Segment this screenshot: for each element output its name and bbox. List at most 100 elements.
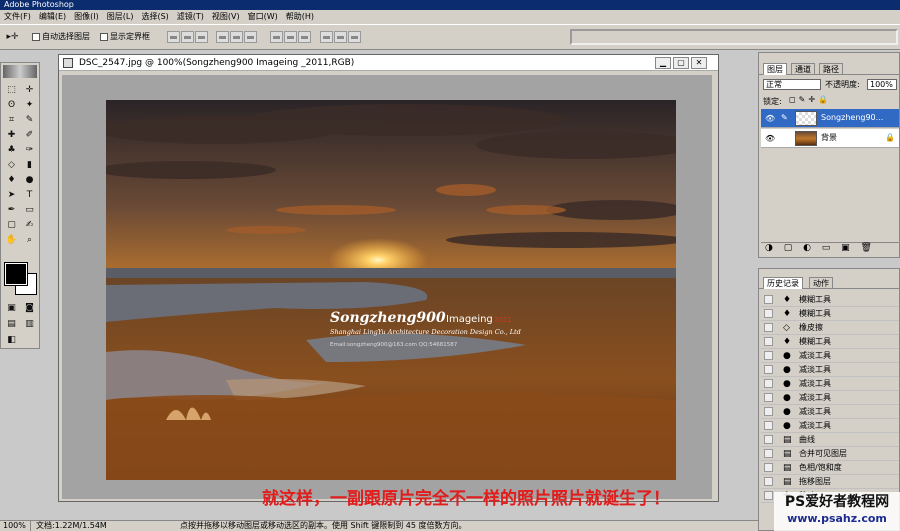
menu-select[interactable]: 选择(S) [137,10,172,24]
menu-file[interactable]: 文件(F) [0,10,35,24]
eyedropper-icon[interactable]: ✍ [21,218,38,232]
history-item[interactable]: ● 减淡工具 [761,391,899,405]
distribute-center-icon[interactable] [334,31,347,43]
maximize-button[interactable]: ▢ [673,57,689,69]
quick-mask-icon[interactable]: ◙ [21,301,38,315]
zoom-icon[interactable]: ⌕ [21,233,38,247]
align-middle-icon[interactable] [181,31,194,43]
history-item[interactable]: ♦ 模糊工具 [761,307,899,321]
history-item[interactable]: ● 减淡工具 [761,349,899,363]
blend-mode-select[interactable]: 正常 [763,79,821,90]
snapshot-box[interactable] [764,463,773,472]
align-bottom-icon[interactable] [195,31,208,43]
opacity-input[interactable]: 100% [867,79,897,90]
auto-select-checkbox[interactable]: 自动选择图层 [32,31,90,42]
eraser-icon[interactable]: ◇ [3,158,20,172]
snapshot-box[interactable] [764,379,773,388]
history-item[interactable]: ▤ 曲线 [761,433,899,447]
snapshot-box[interactable] [764,491,773,500]
history-item[interactable]: ◇ 橡皮擦 [761,321,899,335]
lasso-icon[interactable]: ʘ [3,98,20,112]
menu-filter[interactable]: 滤镜(T) [173,10,208,24]
checkbox-box[interactable] [100,32,108,41]
history-item[interactable]: ● 减淡工具 [761,419,899,433]
snapshot-box[interactable] [764,407,773,416]
menu-view[interactable]: 视图(V) [208,10,244,24]
hand-icon[interactable]: ✋ [3,233,20,247]
history-item[interactable]: ▤ 色相/饱和度 [761,461,899,475]
show-bounds-checkbox[interactable]: 显示定界框 [100,31,150,42]
path-select-icon[interactable]: ➤ [3,188,20,202]
snapshot-box[interactable] [764,393,773,402]
align-right-icon[interactable] [244,31,257,43]
screen-mode-1-icon[interactable]: ▤ [3,317,20,331]
lock-icons[interactable]: ◻✎✛🔒 [789,95,831,104]
magic-wand-icon[interactable]: ✦ [21,98,38,112]
distribute-middle-icon[interactable] [284,31,297,43]
move-tool-icon[interactable]: ▸✛ [4,30,21,44]
tab-history[interactable]: 历史记录 [763,277,803,289]
photo-canvas[interactable]: Songzheng900 Imageing 2011 Shanghai Ling… [106,100,676,480]
history-item[interactable]: ● 减淡工具 [761,377,899,391]
foreground-color[interactable] [4,262,28,286]
menu-window[interactable]: 窗口(W) [244,10,282,24]
color-swatches[interactable] [4,262,37,297]
menu-edit[interactable]: 编辑(E) [35,10,70,24]
snapshot-box[interactable] [764,477,773,486]
slice-icon[interactable]: ✎ [21,113,38,127]
snapshot-box[interactable] [764,337,773,346]
shape-icon[interactable]: ▭ [21,203,38,217]
snapshot-box[interactable] [764,421,773,430]
crop-icon[interactable]: ⌗ [3,113,20,127]
snapshot-box[interactable] [764,295,773,304]
history-brush-icon[interactable]: ✑ [21,143,38,157]
distribute-left-icon[interactable] [320,31,333,43]
history-item[interactable]: ♦ 模糊工具 [761,335,899,349]
layer-row[interactable]: 👁 ✎ Songzheng90... [761,109,899,128]
menu-help[interactable]: 帮助(H) [282,10,318,24]
minimize-button[interactable]: ▁ [655,57,671,69]
move-icon[interactable]: ✛ [21,83,38,97]
snapshot-box[interactable] [764,365,773,374]
tab-actions[interactable]: 动作 [809,277,833,289]
snapshot-box[interactable] [764,323,773,332]
tab-layers[interactable]: 图层 [763,63,787,75]
snapshot-box[interactable] [764,309,773,318]
zoom-readout[interactable]: 100% [3,521,31,531]
snapshot-box[interactable] [764,449,773,458]
layer-row[interactable]: 👁 背景 🔒 [761,129,899,148]
eye-icon[interactable]: 👁 [765,133,775,144]
brush-icon[interactable]: ✐ [21,128,38,142]
menu-image[interactable]: 图像(I) [70,10,103,24]
notes-icon[interactable]: ▢ [3,218,20,232]
close-button[interactable]: ✕ [691,57,707,69]
tab-paths[interactable]: 路径 [819,63,843,75]
dodge-icon[interactable]: ● [21,173,38,187]
history-item[interactable]: ♦ 模糊工具 [761,293,899,307]
document-title-bar[interactable]: DSC_2547.jpg @ 100%(Songzheng900 Imagein… [59,55,718,71]
type-icon[interactable]: T [21,188,38,202]
layers-footer-icons[interactable]: ◑ ▢ ◐ ▭ ▣ 🗑 [761,242,899,256]
snapshot-box[interactable] [764,435,773,444]
blur-icon[interactable]: ♦ [3,173,20,187]
menu-layer[interactable]: 图层(L) [103,10,138,24]
distribute-top-icon[interactable] [270,31,283,43]
healing-icon[interactable]: ✚ [3,128,20,142]
standard-mode-icon[interactable]: ▣ [3,301,20,315]
history-item[interactable]: ● 减淡工具 [761,405,899,419]
history-item[interactable]: ▤ 拖移图层 [761,475,899,489]
canvas-area[interactable]: Songzheng900 Imageing 2011 Shanghai Ling… [62,75,712,499]
align-center-icon[interactable] [230,31,243,43]
marquee-icon[interactable]: ⬚ [3,83,20,97]
align-left-icon[interactable] [216,31,229,43]
history-item[interactable]: ▤ 合并可见图层 [761,447,899,461]
screen-mode-2-icon[interactable]: ▥ [21,317,38,331]
checkbox-box[interactable] [32,32,40,41]
imageready-icon[interactable]: ◧ [3,333,20,347]
stamp-icon[interactable]: ♣ [3,143,20,157]
tab-channels[interactable]: 通道 [791,63,815,75]
align-top-icon[interactable] [167,31,180,43]
history-item[interactable]: ● 减淡工具 [761,363,899,377]
eye-icon[interactable]: 👁 [765,113,775,124]
distribute-right-icon[interactable] [348,31,361,43]
